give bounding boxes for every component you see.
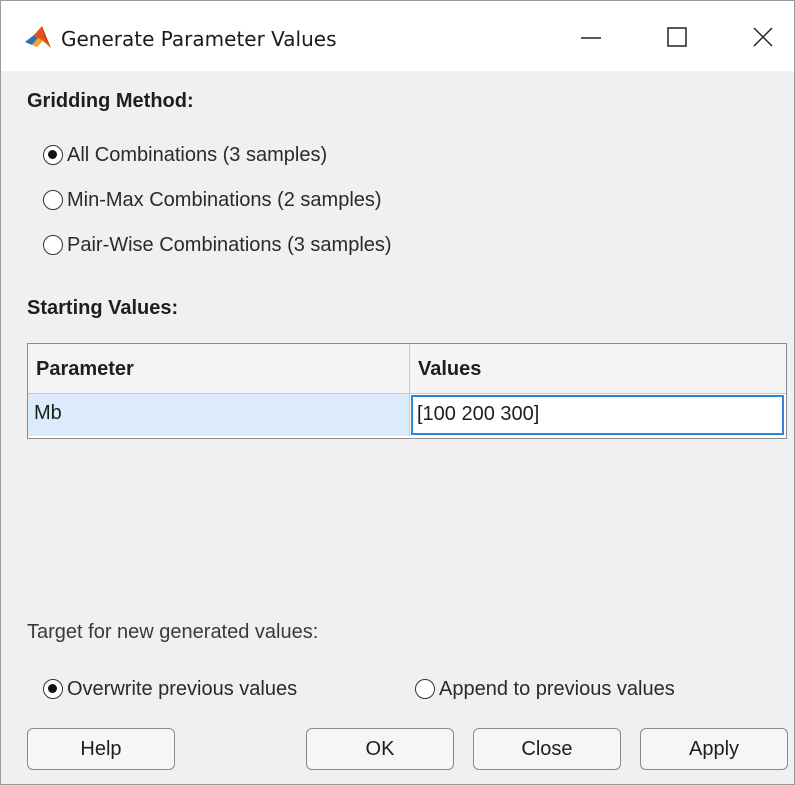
- starting-values-heading: Starting Values:: [27, 297, 179, 319]
- radio-button[interactable]: [43, 190, 63, 210]
- gridding-option-all-combinations[interactable]: All Combinations (3 samples): [43, 140, 327, 170]
- radio-button[interactable]: [43, 235, 63, 255]
- minimize-button[interactable]: [561, 15, 621, 59]
- radio-label: All Combinations (3 samples): [67, 143, 328, 166]
- apply-button[interactable]: Apply: [640, 728, 788, 770]
- maximize-button[interactable]: [647, 15, 707, 59]
- gridding-option-min-max-combinations[interactable]: Min-Max Combinations (2 samples): [43, 185, 382, 215]
- gridding-option-pair-wise-combinations[interactable]: Pair-Wise Combinations (3 samples): [43, 230, 392, 260]
- column-header-values[interactable]: Values: [410, 344, 786, 394]
- radio-label: Append to previous values: [439, 677, 675, 700]
- target-option-append[interactable]: Append to previous values: [415, 674, 675, 704]
- values-cell-editor[interactable]: [100 200 300]: [411, 395, 784, 435]
- radio-label: Pair-Wise Combinations (3 samples): [67, 233, 392, 256]
- help-button[interactable]: Help: [27, 728, 175, 770]
- close-window-button[interactable]: [733, 15, 793, 59]
- radio-label: Min-Max Combinations (2 samples): [67, 188, 382, 211]
- target-label: Target for new generated values:: [27, 621, 319, 643]
- starting-values-table: Parameter Values Mb [100 200 300]: [27, 343, 787, 439]
- title-bar: Generate Parameter Values: [1, 1, 794, 71]
- column-header-parameter[interactable]: Parameter: [28, 344, 410, 394]
- parameter-cell[interactable]: Mb: [28, 394, 410, 436]
- gridding-method-heading: Gridding Method:: [27, 90, 194, 112]
- generate-parameter-values-dialog: Generate Parameter Values Gridding Metho…: [0, 0, 795, 785]
- close-button[interactable]: Close: [473, 728, 621, 770]
- radio-button[interactable]: [43, 145, 63, 165]
- window-title: Generate Parameter Values: [61, 27, 337, 51]
- ok-button[interactable]: OK: [306, 728, 454, 770]
- matlab-logo-icon: [23, 25, 53, 51]
- radio-button[interactable]: [43, 679, 63, 699]
- radio-button[interactable]: [415, 679, 435, 699]
- target-option-overwrite[interactable]: Overwrite previous values: [43, 674, 297, 704]
- radio-label: Overwrite previous values: [67, 677, 298, 700]
